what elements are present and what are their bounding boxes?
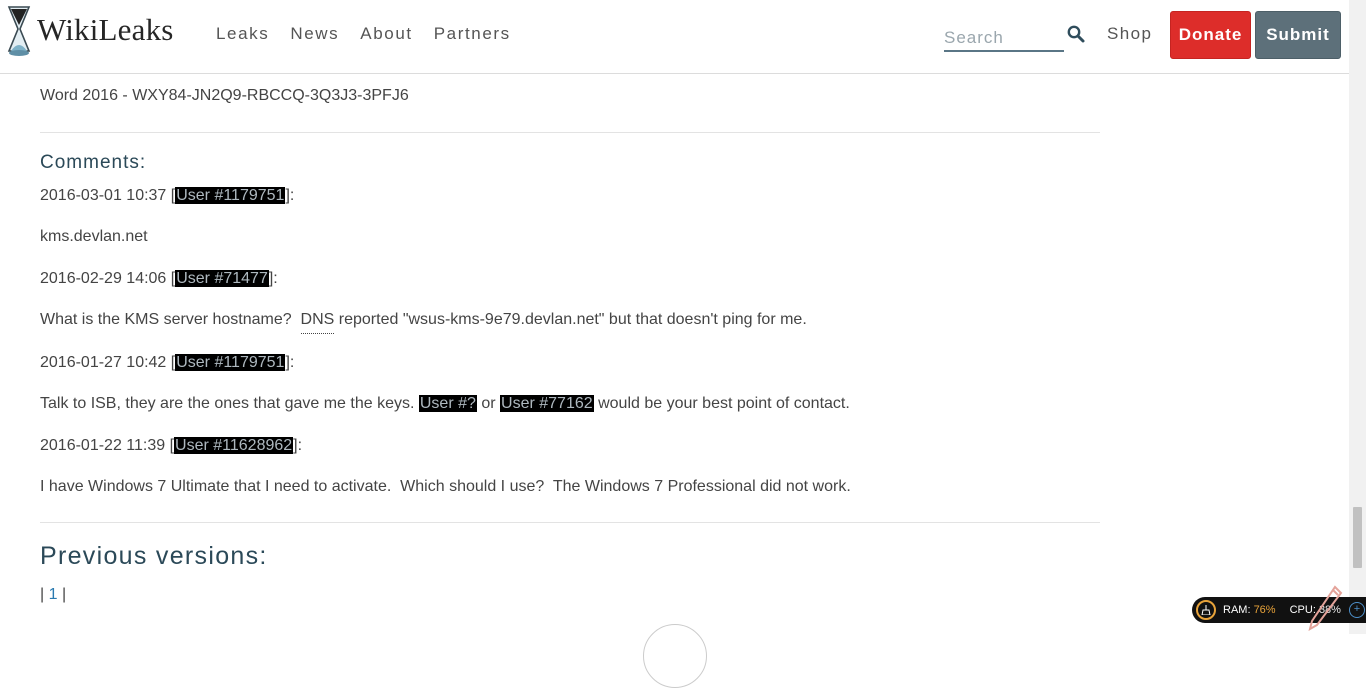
shop-link[interactable]: Shop — [1107, 24, 1152, 44]
comment-body: I have Windows 7 Ultimate that I need to… — [40, 478, 851, 495]
version-link[interactable]: 1 — [49, 586, 58, 603]
ram-value: 76% — [1253, 604, 1276, 616]
comment-text: What is the KMS server hostname? — [40, 311, 301, 328]
comment-header: 2016-03-01 10:37 [User #1179751]: — [40, 187, 295, 204]
redacted-user: User #1179751 — [175, 187, 286, 204]
redacted-user: User #? — [418, 395, 477, 412]
comments-heading: Comments: — [40, 152, 147, 173]
broom-icon — [1196, 600, 1216, 620]
comment-body: What is the KMS server hostname? DNS rep… — [40, 311, 807, 334]
comment-header: 2016-01-27 10:42 [User #1179751]: — [40, 354, 295, 371]
site-header: WikiLeaks Leaks News About Partners Shop… — [0, 0, 1349, 74]
comment-body: kms.devlan.net — [40, 228, 148, 245]
redacted-user: User #11628962 — [174, 437, 294, 454]
comment-header: 2016-02-29 14:06 [User #71477]: — [40, 270, 278, 287]
comment-text: Talk to ISB, they are the ones that gave… — [40, 395, 419, 412]
nav-about[interactable]: About — [360, 24, 412, 44]
brand-name[interactable]: WikiLeaks — [37, 12, 174, 48]
abbreviation-dns: DNS — [300, 311, 335, 334]
plus-icon[interactable]: + — [1348, 602, 1365, 618]
submit-button[interactable]: Submit — [1255, 11, 1341, 59]
pencil-icon[interactable] — [1307, 585, 1343, 631]
product-key-line: Word 2016 - WXY84-JN2Q9-RBCCQ-3Q3J3-3PFJ… — [40, 87, 409, 104]
nav-leaks[interactable]: Leaks — [216, 24, 269, 44]
scrollbar-thumb[interactable] — [1353, 507, 1362, 568]
comment-text: or — [476, 395, 501, 412]
previous-versions-heading: Previous versions: — [40, 542, 268, 570]
page-scrollbar[interactable] — [1349, 0, 1366, 634]
nav-partners[interactable]: Partners — [434, 24, 511, 44]
redacted-user: User #1179751 — [175, 354, 286, 371]
redacted-user: User #71477 — [175, 270, 269, 287]
comment-header: 2016-01-22 11:39 [User #11628962]: — [40, 437, 303, 454]
divider — [40, 522, 1100, 523]
comment-text: reported "wsus-kms-9e79.devlan.net" but … — [334, 311, 807, 328]
donate-button[interactable]: Donate — [1170, 11, 1251, 59]
divider — [40, 132, 1100, 133]
comment-date: 2016-01-22 11:39 — [40, 437, 166, 454]
hourglass-logo-icon[interactable] — [6, 5, 32, 57]
comment-date: 2016-01-27 10:42 — [40, 354, 167, 371]
main-nav: Leaks News About Partners — [216, 24, 532, 44]
versions-list: | 1 | — [40, 586, 67, 603]
comment-text: would be your best point of contact. — [593, 395, 850, 412]
search-icon[interactable] — [1066, 24, 1086, 44]
comment-date: 2016-03-01 10:37 — [40, 187, 167, 204]
search-input[interactable] — [944, 21, 1064, 52]
nav-news[interactable]: News — [290, 24, 339, 44]
redacted-user: User #77162 — [500, 395, 594, 412]
comment-date: 2016-02-29 14:06 — [40, 270, 167, 287]
ram-label: RAM: — [1223, 604, 1251, 616]
comment-body: Talk to ISB, they are the ones that gave… — [40, 395, 850, 413]
